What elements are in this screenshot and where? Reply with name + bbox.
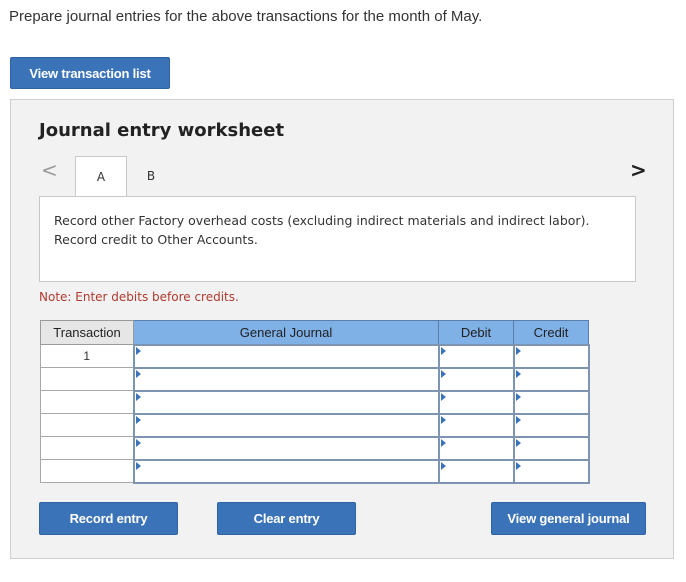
view-transaction-list-button[interactable]: View transaction list: [10, 57, 170, 89]
general-journal-input[interactable]: [132, 366, 440, 392]
view-general-journal-button[interactable]: View general journal: [491, 502, 646, 535]
debit-input[interactable]: [437, 435, 515, 461]
header-debit: Debit: [438, 320, 514, 345]
table-row: 1: [40, 343, 590, 369]
debit-input[interactable]: [437, 366, 515, 392]
dropdown-indicator-icon: [135, 415, 141, 424]
dropdown-indicator-icon: [135, 369, 141, 378]
transaction-cell: [40, 367, 134, 391]
dropdown-indicator-icon: [440, 346, 446, 355]
dropdown-indicator-icon: [135, 346, 141, 355]
dropdown-indicator-icon: [440, 392, 446, 401]
debit-input[interactable]: [437, 389, 515, 415]
debit-input[interactable]: [437, 412, 515, 438]
transaction-cell: 1: [40, 344, 134, 368]
dropdown-indicator-icon: [135, 438, 141, 447]
tab-a[interactable]: A: [75, 156, 127, 196]
transaction-cell: [40, 459, 134, 483]
credit-input[interactable]: [512, 412, 590, 438]
general-journal-input[interactable]: [132, 412, 440, 438]
transaction-cell: [40, 390, 134, 414]
chevron-left-icon[interactable]: <: [41, 160, 58, 180]
credit-input[interactable]: [512, 458, 590, 484]
transaction-cell: [40, 436, 134, 460]
dropdown-indicator-icon: [515, 415, 521, 424]
credit-input[interactable]: [512, 435, 590, 461]
worksheet-title: Journal entry worksheet: [39, 120, 285, 141]
record-entry-button[interactable]: Record entry: [39, 502, 178, 535]
credit-input[interactable]: [512, 343, 590, 369]
dropdown-indicator-icon: [440, 415, 446, 424]
dropdown-indicator-icon: [515, 369, 521, 378]
credit-input[interactable]: [512, 389, 590, 415]
dropdown-indicator-icon: [440, 461, 446, 470]
credit-input[interactable]: [512, 366, 590, 392]
note-text: Note: Enter debits before credits.: [39, 290, 239, 304]
table-row: [40, 458, 590, 484]
dropdown-indicator-icon: [135, 392, 141, 401]
tab-a-label: A: [96, 169, 106, 184]
dropdown-indicator-icon: [515, 438, 521, 447]
general-journal-input[interactable]: [132, 458, 440, 484]
tab-b-label: B: [146, 169, 156, 183]
chevron-right-icon[interactable]: >: [630, 160, 647, 180]
table-row: [40, 412, 590, 438]
table-row: [40, 435, 590, 461]
general-journal-input[interactable]: [132, 435, 440, 461]
dropdown-indicator-icon: [515, 461, 521, 470]
dropdown-indicator-icon: [440, 369, 446, 378]
entry-description: Record other Factory overhead costs (exc…: [39, 196, 636, 282]
table-row: [40, 366, 590, 392]
header-credit: Credit: [513, 320, 589, 345]
dropdown-indicator-icon: [515, 346, 521, 355]
instruction-text: Prepare journal entries for the above tr…: [9, 8, 483, 25]
tab-b[interactable]: B: [127, 156, 175, 196]
clear-entry-button[interactable]: Clear entry: [217, 502, 356, 535]
journal-entry-worksheet: Journal entry worksheet < > A B Record o…: [10, 99, 674, 559]
header-general-journal: General Journal: [133, 320, 439, 345]
debit-input[interactable]: [437, 343, 515, 369]
debit-input[interactable]: [437, 458, 515, 484]
header-transaction: Transaction: [40, 320, 134, 345]
dropdown-indicator-icon: [440, 438, 446, 447]
dropdown-indicator-icon: [135, 461, 141, 470]
transaction-cell: [40, 413, 134, 437]
dropdown-indicator-icon: [515, 392, 521, 401]
journal-table: Transaction General Journal Debit Credit…: [40, 320, 590, 484]
table-row: [40, 389, 590, 415]
general-journal-input[interactable]: [132, 389, 440, 415]
general-journal-input[interactable]: [132, 343, 440, 369]
